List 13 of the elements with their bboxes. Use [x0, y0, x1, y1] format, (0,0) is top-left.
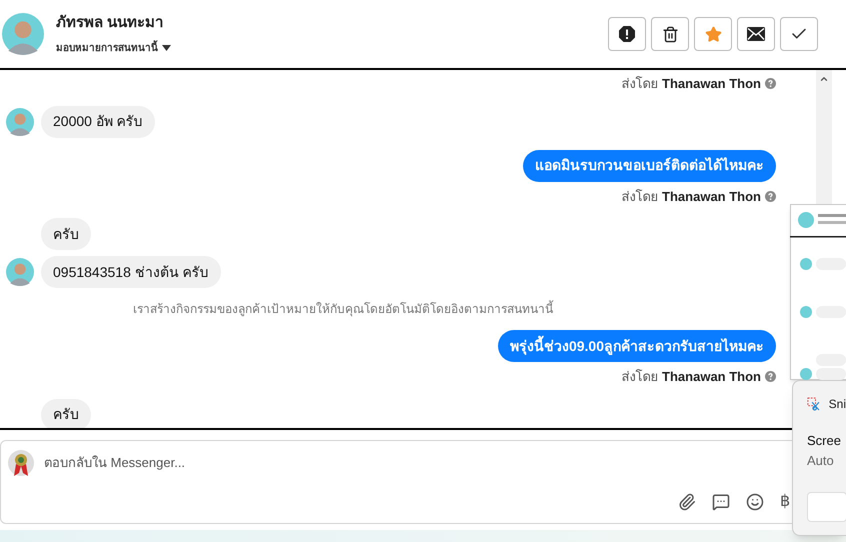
system-notice: เราสร้างกิจกรรมของลูกค้าเป้าหมายให้กับคุณโดยอัตโนมัติโดยอิงตามการสนทนานี้: [133, 300, 553, 318]
incoming-message: 20000 อัพ ครับ: [41, 106, 155, 138]
incoming-message: ครับ: [41, 218, 91, 250]
notification-body: Auto: [807, 452, 835, 470]
incoming-message: ครับ: [41, 398, 91, 428]
sender-label: ส่งโดย Thanawan Thon: [621, 368, 761, 386]
sender-label: ส่งโดย Thanawan Thon: [621, 75, 761, 93]
outgoing-message: พรุ่งนี้ช่วง09.00ลูกค้าสะดวกรับสายไหมคะ: [498, 330, 776, 362]
app-name: Sni: [828, 396, 846, 413]
outgoing-message: แอดมินรบกวนขอเบอร์ติดต่อได้ไหมคะ: [523, 150, 776, 182]
contact-name: ภัทรพล นนทะมา: [56, 13, 164, 34]
incoming-message: 0951843518 ช่างต้น ครับ: [41, 256, 221, 288]
sender-label: ส่งโดย Thanawan Thon: [621, 188, 761, 206]
